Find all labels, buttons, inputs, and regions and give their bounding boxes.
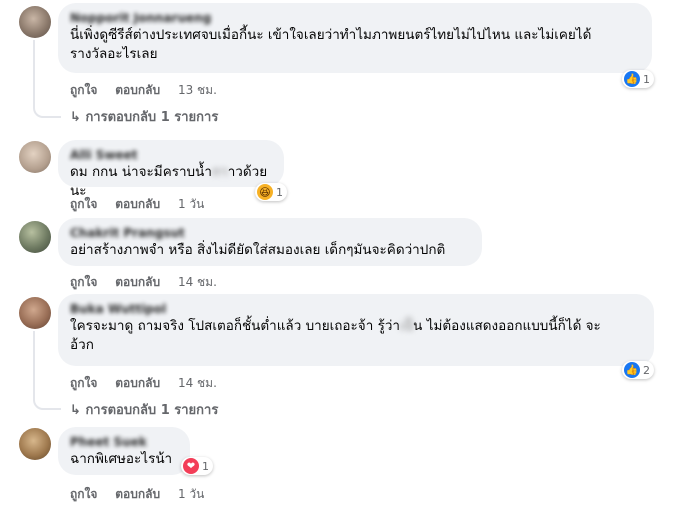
view-replies-link[interactable]: ↳ การตอบกลับ 1 รายการ <box>70 399 218 420</box>
reply-arrow-icon: ↳ <box>70 110 81 125</box>
comment-actions: ถูกใจ ตอบกลับ 14 ชม. <box>70 273 231 292</box>
timestamp[interactable]: 14 ชม. <box>178 376 217 390</box>
replies-label: การตอบกลับ 1 รายการ <box>85 110 219 125</box>
comment-bubble: Nopporit Jonnarueng นี่เพิ่งดูซีรีส์ต่าง… <box>58 3 652 73</box>
comment-bubble: Buka Wuttipol ใครจะมาดู ถามจริง โปสเตอก็… <box>58 294 654 366</box>
like-icon: 👍 <box>624 71 640 87</box>
censored-text: กา <box>211 164 228 180</box>
comment-author[interactable]: Chakrit Prangsut <box>70 225 470 241</box>
love-icon: ❤ <box>183 458 199 474</box>
thread-connector <box>33 40 61 118</box>
comment-text: อย่าสร้างภาพจำ หรือ สิ่งไม่ดียัดใส่สมองเ… <box>70 242 446 258</box>
comment-text-part: ใครจะมาดู ถามจริง โปสเตอก็ชั้นต่ำแล้ว บา… <box>70 318 400 334</box>
haha-icon: 😆 <box>257 184 273 200</box>
reaction-summary[interactable]: 👍 2 <box>622 361 654 379</box>
reply-link[interactable]: ตอบกลับ <box>115 83 160 97</box>
reaction-summary[interactable]: 😆 1 <box>255 183 287 201</box>
comment-bubble: Alli Sweet ดม กกน น่าจะมีคราบน้ำกาาวด้วย… <box>58 140 284 199</box>
reply-link[interactable]: ตอบกลับ <box>115 275 160 289</box>
comment-text: ฉากพิเศษอะไรน้า <box>70 451 173 467</box>
censored-text: เป็ <box>399 318 414 334</box>
like-link[interactable]: ถูกใจ <box>70 197 97 211</box>
reply-link[interactable]: ตอบกลับ <box>115 487 160 501</box>
avatar[interactable] <box>19 6 51 38</box>
like-link[interactable]: ถูกใจ <box>70 275 97 289</box>
comment-text-line: อ้วก <box>70 337 94 353</box>
comment-text-line: ใครจะมาดู ถามจริง โปสเตอก็ชั้นต่ำแล้ว บา… <box>70 317 642 336</box>
timestamp[interactable]: 13 ชม. <box>178 83 217 97</box>
comment-bubble: Pheet Suek ฉากพิเศษอะไรน้า <box>58 427 190 475</box>
reply-link[interactable]: ตอบกลับ <box>115 376 160 390</box>
reaction-count: 1 <box>643 72 650 86</box>
comment-actions: ถูกใจ ตอบกลับ 14 ชม. <box>70 374 231 393</box>
comment-actions: ถูกใจ ตอบกลับ 1 วัน <box>70 195 218 214</box>
reaction-count: 1 <box>202 459 209 473</box>
comment-text: นี่เพิ่งดูซีรีส์ต่างประเทศจบเมื่อกี้นะ เ… <box>70 26 640 64</box>
avatar[interactable] <box>19 428 51 460</box>
timestamp[interactable]: 1 วัน <box>178 197 204 211</box>
avatar[interactable] <box>19 297 51 329</box>
reaction-summary[interactable]: 👍 1 <box>622 70 654 88</box>
comment-text-part: ดม กกน น่าจะมีคราบน้ำ <box>70 164 212 180</box>
reply-arrow-icon: ↳ <box>70 403 81 418</box>
like-link[interactable]: ถูกใจ <box>70 83 97 97</box>
comment-author[interactable]: Buka Wuttipol <box>70 301 642 317</box>
timestamp[interactable]: 1 วัน <box>178 487 204 501</box>
reply-link[interactable]: ตอบกลับ <box>115 197 160 211</box>
view-replies-link[interactable]: ↳ การตอบกลับ 1 รายการ <box>70 106 218 127</box>
comment-author[interactable]: Pheet Suek <box>70 434 178 450</box>
reaction-summary[interactable]: ❤ 1 <box>181 457 213 475</box>
like-link[interactable]: ถูกใจ <box>70 376 97 390</box>
comment-text: ใครจะมาดู ถามจริง โปสเตอก็ชั้นต่ำแล้ว บา… <box>70 317 642 355</box>
timestamp[interactable]: 14 ชม. <box>178 275 217 289</box>
comment-actions: ถูกใจ ตอบกลับ 13 ชม. <box>70 81 231 100</box>
reaction-count: 2 <box>643 363 650 377</box>
replies-label: การตอบกลับ 1 รายการ <box>85 403 219 418</box>
comment-author[interactable]: Alli Sweet <box>70 147 272 163</box>
comment-text-line: นี่เพิ่งดูซีรีส์ต่างประเทศจบเมื่อกี้นะ เ… <box>70 27 592 43</box>
avatar[interactable] <box>19 221 51 253</box>
comment-actions: ถูกใจ ตอบกลับ 1 วัน <box>70 485 218 504</box>
like-icon: 👍 <box>624 362 640 378</box>
comment-bubble: Chakrit Prangsut อย่าสร้างภาพจำ หรือ สิ่… <box>58 218 482 266</box>
comment-text-line: รางวัลอะไรเลย <box>70 46 158 62</box>
comment-text-part: น ไม่ต้องแสดงออกแบบนี้ก็ได้ จะ <box>413 318 601 334</box>
thread-connector <box>33 331 61 410</box>
comment-author[interactable]: Nopporit Jonnarueng <box>70 10 640 26</box>
avatar[interactable] <box>19 141 51 173</box>
reaction-count: 1 <box>276 185 283 199</box>
like-link[interactable]: ถูกใจ <box>70 487 97 501</box>
